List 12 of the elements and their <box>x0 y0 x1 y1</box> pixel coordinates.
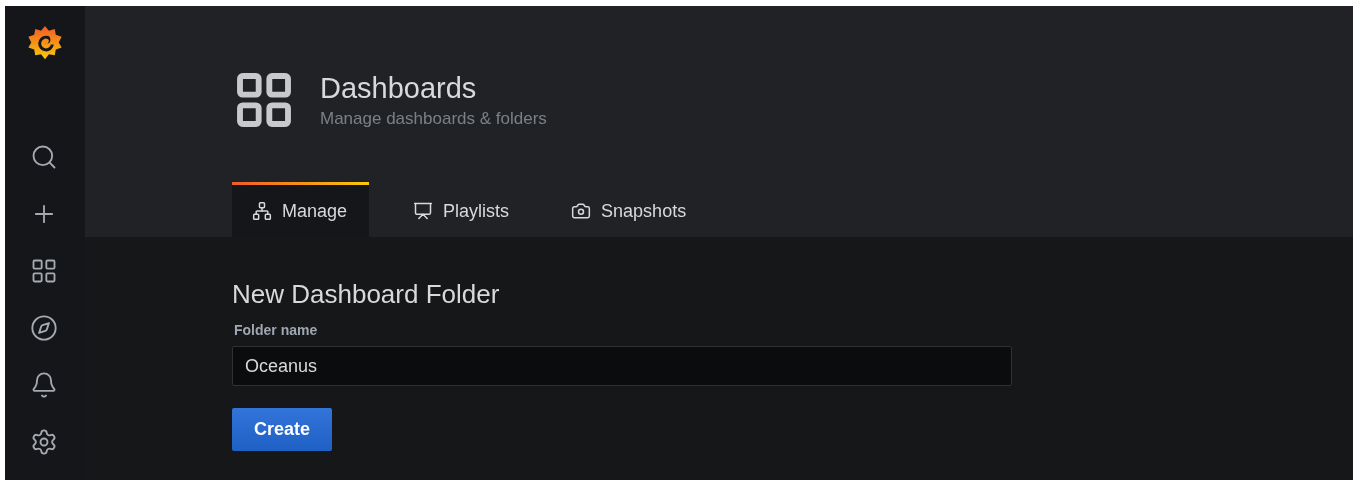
page-title: Dashboards <box>320 71 478 105</box>
field-label: Folder name <box>234 322 318 338</box>
form-heading: New Dashboard Folder <box>232 279 500 310</box>
presentation-icon <box>413 201 434 221</box>
sitemap-icon <box>252 201 272 221</box>
tab[interactable]: Playlists <box>393 182 532 237</box>
create-button[interactable]: Create <box>232 408 333 451</box>
folder-name-field[interactable]: Oceanus <box>232 346 1012 386</box>
camera-icon <box>571 201 592 221</box>
page-subtitle: Manage dashboards & folders <box>320 108 547 129</box>
tab[interactable]: Manage <box>232 182 370 237</box>
tab[interactable]: Snapshots <box>551 182 709 237</box>
